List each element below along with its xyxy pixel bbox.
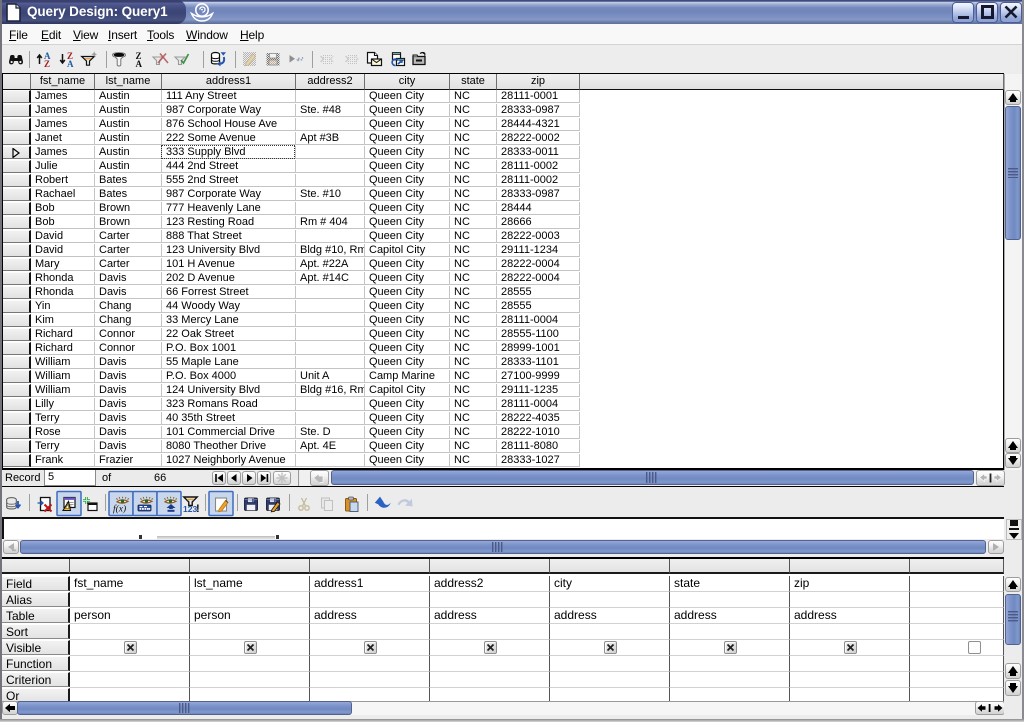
svg-text:f(x): f(x) — [113, 504, 126, 515]
svg-text:A: A — [67, 59, 74, 69]
svg-text:A: A — [136, 59, 143, 69]
svg-text:Z: Z — [44, 59, 50, 69]
svg-text:!: ! — [196, 503, 200, 515]
